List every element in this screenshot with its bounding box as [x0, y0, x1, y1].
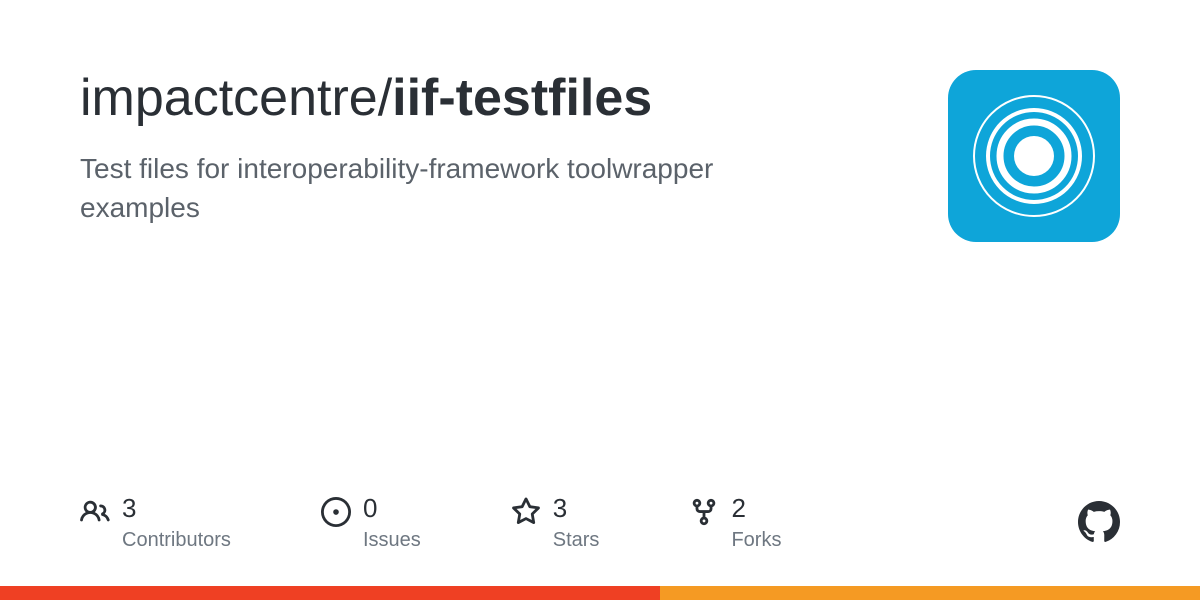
issues-label: Issues: [363, 529, 421, 552]
repo-title[interactable]: impactcentre/iif-testfiles: [80, 70, 908, 127]
org-avatar[interactable]: [948, 70, 1120, 242]
stat-stars[interactable]: 3 Stars: [511, 495, 600, 552]
header-row: impactcentre/iif-testfiles Test files fo…: [80, 70, 1120, 242]
issues-count: 0: [363, 495, 421, 521]
stats-row: 3 Contributors 0 Issues 3 Stars: [80, 495, 1120, 552]
stars-count: 3: [553, 495, 600, 521]
title-section: impactcentre/iif-testfiles Test files fo…: [80, 70, 908, 228]
repo-separator: /: [378, 69, 392, 127]
stat-forks[interactable]: 2 Forks: [689, 495, 781, 552]
avatar-logo-icon: [964, 86, 1104, 226]
fork-icon: [689, 497, 719, 532]
people-icon: [80, 497, 110, 532]
star-icon: [511, 497, 541, 532]
repo-name[interactable]: iif-testfiles: [392, 69, 652, 127]
contributors-label: Contributors: [122, 529, 231, 552]
stat-body: 0 Issues: [363, 495, 421, 552]
language-bar: [0, 586, 1200, 600]
stars-label: Stars: [553, 529, 600, 552]
stat-body: 3 Contributors: [122, 495, 231, 552]
stat-body: 2 Forks: [731, 495, 781, 552]
repo-description: Test files for interoperability-framewor…: [80, 149, 800, 227]
github-logo-icon[interactable]: [1078, 501, 1120, 548]
forks-count: 2: [731, 495, 781, 521]
contributors-count: 3: [122, 495, 231, 521]
repo-card: impactcentre/iif-testfiles Test files fo…: [0, 0, 1200, 600]
stat-contributors[interactable]: 3 Contributors: [80, 495, 231, 552]
forks-label: Forks: [731, 529, 781, 552]
issue-icon: [321, 497, 351, 532]
stat-body: 3 Stars: [553, 495, 600, 552]
repo-owner[interactable]: impactcentre: [80, 69, 378, 127]
stat-issues[interactable]: 0 Issues: [321, 495, 421, 552]
